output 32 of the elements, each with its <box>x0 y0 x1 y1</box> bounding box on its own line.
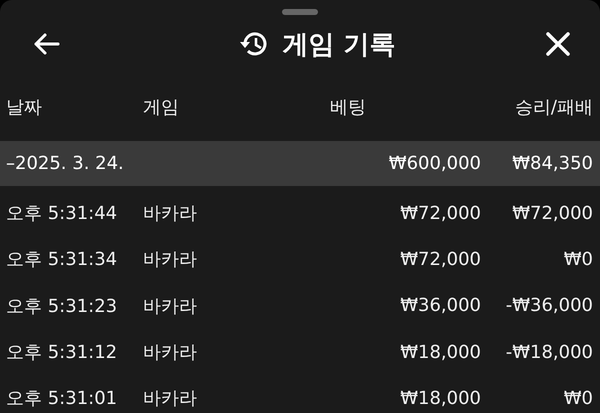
result-cell-text: -₩18,000 <box>504 342 593 363</box>
game-cell-text: 바카라 <box>143 248 198 272</box>
time-cell-text: 오후 5:31:23 <box>6 294 118 318</box>
window-title: 게임 기록 <box>282 28 396 62</box>
game-cell-text: 바카라 <box>143 387 198 410</box>
bet-cell-text: ₩72,000 <box>399 248 481 270</box>
bet-cell-text: ₩36,000 <box>399 295 481 316</box>
column-header: 날짜 <box>6 96 43 119</box>
bet-cell-text: ₩72,000 <box>399 202 481 224</box>
game-cell-text: 바카라 <box>143 202 198 226</box>
column-header: 승리/패배 <box>514 96 593 119</box>
time-cell-text: 오후 5:31:34 <box>6 248 118 272</box>
time-cell-text: 오후 5:31:12 <box>6 341 118 364</box>
group-date: –2025. 3. 24. <box>6 153 125 174</box>
column-header: 베팅 <box>330 96 367 119</box>
back-arrow-icon[interactable] <box>32 32 60 56</box>
group-result-total: ₩84,350 <box>511 153 593 174</box>
game-cell-text: 바카라 <box>143 294 198 318</box>
result-cell-text: ₩72,000 <box>511 202 593 224</box>
close-icon[interactable] <box>546 32 570 56</box>
result-cell-text: ₩0 <box>562 248 593 270</box>
date-group-row[interactable]: –2025. 3. 24. ₩600,000 ₩84,350 <box>0 141 600 186</box>
bet-cell-text: ₩18,000 <box>399 342 481 363</box>
group-bet-total: ₩600,000 <box>388 153 481 174</box>
result-cell-text: ₩0 <box>562 388 593 409</box>
game-cell-text: 바카라 <box>143 341 198 364</box>
result-cell-text: -₩36,000 <box>504 295 593 316</box>
time-cell-text: 오후 5:31:44 <box>6 202 118 226</box>
column-header: 게임 <box>143 96 180 119</box>
bet-cell-text: ₩18,000 <box>399 388 481 409</box>
drag-handle[interactable] <box>282 9 318 15</box>
time-cell-text: 오후 5:31:01 <box>6 387 118 410</box>
